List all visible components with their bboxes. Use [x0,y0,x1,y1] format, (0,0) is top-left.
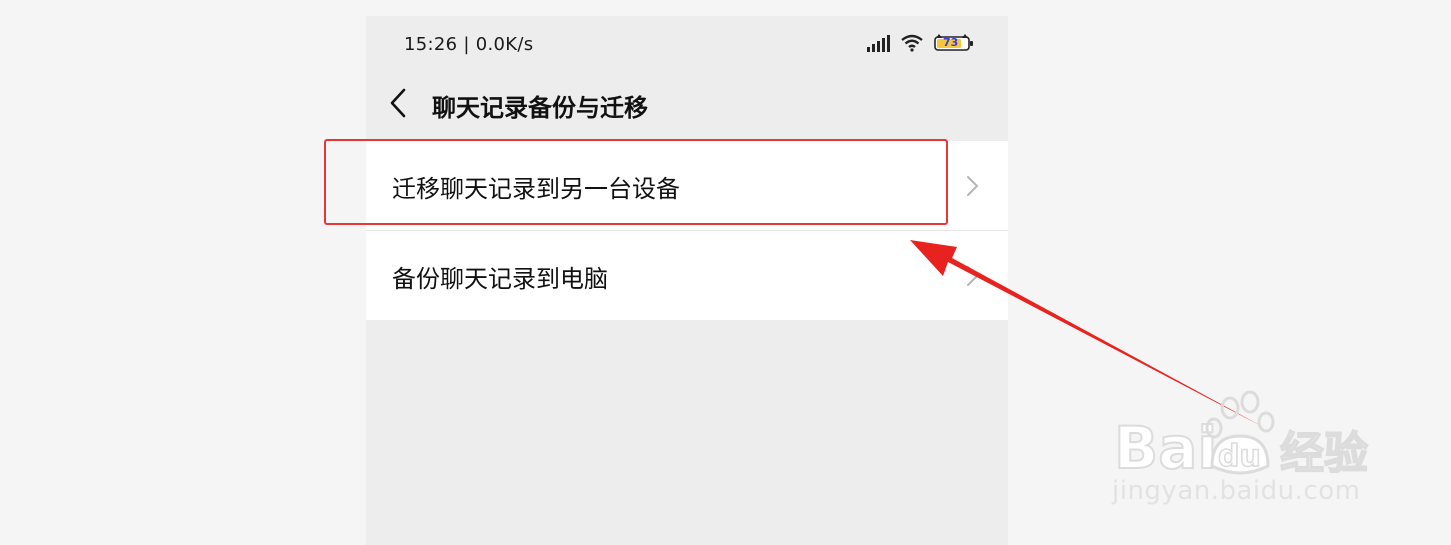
chevron-right-icon [967,176,978,196]
phone-screen: 15:26 | 0.0K/s 73 聊天记录备份与迁移 迁移聊天记录到另一台设备… [366,16,1008,545]
watermark-url: jingyan.baidu.com [1112,476,1361,506]
svg-text:Bai: Bai [1114,414,1217,480]
wifi-icon [901,34,923,52]
baidu-jingyan-watermark: Bai du 经验 jingyan.baidu.com [1112,390,1382,520]
baidu-paw-logo: Bai du 经验 [1113,390,1369,480]
svg-text:du: du [1218,439,1261,474]
list-item-label: 备份聊天记录到电脑 [392,265,608,293]
page-title: 聊天记录备份与迁移 [432,94,648,122]
status-time-speed: 15:26 | 0.0K/s [404,34,534,55]
back-arrow-icon[interactable] [384,86,412,120]
battery-level: 73 [943,36,959,49]
chevron-right-icon [967,266,978,286]
nav-bar: 聊天记录备份与迁移 [366,74,1008,142]
highlight-box [324,139,948,225]
status-bar: 15:26 | 0.0K/s 73 [366,16,1008,74]
status-icons: 73 [866,32,974,54]
list-item-backup-to-pc[interactable]: 备份聊天记录到电脑 [366,230,1008,320]
svg-text:经验: 经验 [1280,428,1368,479]
signal-icon [867,35,890,52]
battery-icon: 73 [934,34,974,52]
